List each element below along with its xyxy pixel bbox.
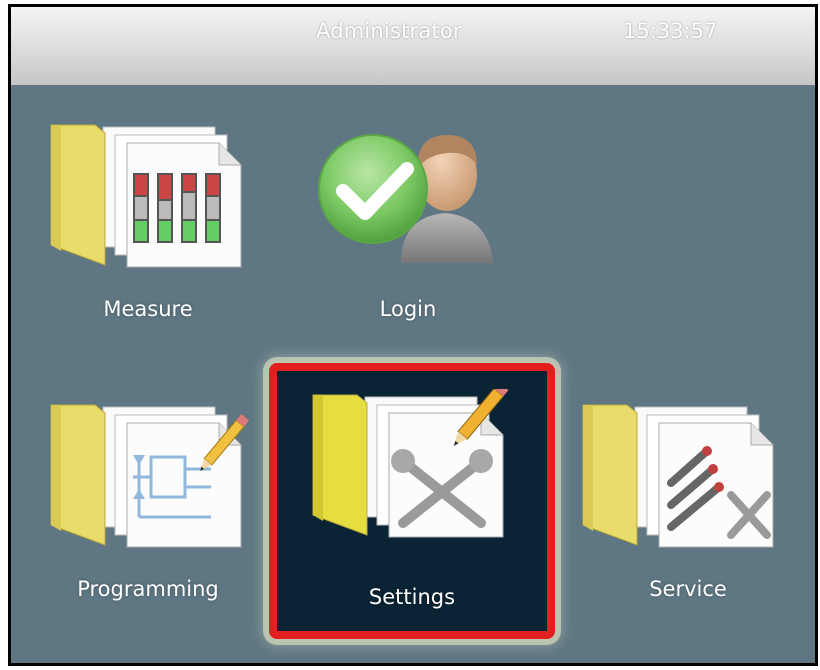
service-tile[interactable]: Service: [563, 379, 813, 629]
measure-label: Measure: [103, 297, 193, 321]
service-label: Service: [649, 577, 727, 601]
app-window: Administrator 15:33:57 Measure Login Pro…: [8, 4, 818, 666]
measure-folder-icon: [50, 124, 242, 268]
login-label: Login: [379, 297, 437, 321]
login-user-check-icon: [318, 134, 493, 263]
programming-tile[interactable]: Programming: [23, 379, 273, 629]
login-tile[interactable]: Login: [283, 99, 533, 349]
settings-folder-tools-icon: [312, 389, 509, 538]
programming-label: Programming: [77, 577, 219, 601]
measure-tile[interactable]: Measure: [23, 99, 273, 349]
header-bar: Administrator 15:33:57: [11, 7, 815, 85]
current-user-label: Administrator: [316, 19, 462, 43]
service-folder-tools-icon: [582, 404, 774, 548]
programming-folder-icon: [50, 404, 250, 548]
settings-tile[interactable]: Settings: [269, 363, 555, 639]
settings-label: Settings: [368, 585, 456, 609]
clock-time: 15:33:57: [623, 19, 718, 43]
